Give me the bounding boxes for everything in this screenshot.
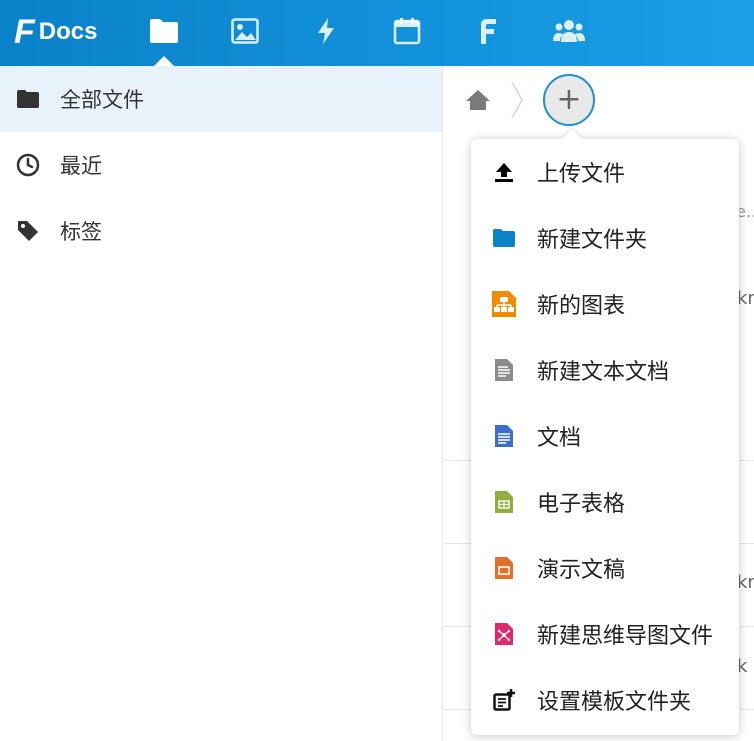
breadcrumb-home[interactable] <box>464 86 492 114</box>
menu-item-upload[interactable]: 上传文件 <box>471 139 739 205</box>
app-logo[interactable]: F Docs <box>14 12 97 52</box>
tag-icon <box>16 219 40 243</box>
menu-item-label: 电子表格 <box>537 492 626 517</box>
template-folder-icon <box>492 688 516 712</box>
file-row-fragment: kn <box>737 572 754 593</box>
f-app-icon[interactable] <box>471 14 505 48</box>
bolt-icon <box>318 18 334 44</box>
sidebar-item-label: 最近 <box>60 154 102 178</box>
menu-item-new-folder[interactable]: 新建文件夹 <box>471 205 739 271</box>
menu-item-label: 文档 <box>537 426 582 451</box>
menu-item-document[interactable]: 文档 <box>471 403 739 469</box>
top-header: F Docs <box>0 0 754 66</box>
mindmap-icon <box>492 622 516 646</box>
files-app-icon[interactable] <box>147 14 181 66</box>
sidebar-item-label: 全部文件 <box>60 88 144 112</box>
upload-icon <box>492 160 516 184</box>
menu-item-spreadsheet[interactable]: 电子表格 <box>471 469 739 535</box>
logo-text: Docs <box>38 18 98 45</box>
diagram-icon <box>492 291 516 317</box>
menu-item-template-folder[interactable]: 设置模板文件夹 <box>471 667 739 733</box>
spreadsheet-icon <box>492 490 516 514</box>
menu-item-new-diagram[interactable]: 新的图表 <box>471 271 739 337</box>
menu-item-label: 演示文稿 <box>537 558 626 583</box>
home-icon <box>466 90 490 110</box>
new-file-button[interactable]: + <box>543 74 595 126</box>
calendar-icon <box>393 18 421 45</box>
menu-item-presentation[interactable]: 演示文稿 <box>471 535 739 601</box>
file-row-fragment: kn <box>737 288 754 309</box>
activity-app-icon[interactable] <box>309 14 343 48</box>
sidebar: 全部文件 最近 标签 <box>0 66 443 741</box>
clock-icon <box>16 153 40 177</box>
breadcrumb-separator <box>510 80 524 124</box>
contacts-app-icon[interactable] <box>552 14 586 48</box>
text-file-icon <box>492 358 516 382</box>
folder-icon <box>150 19 178 43</box>
sidebar-item-label: 标签 <box>60 220 102 244</box>
calendar-app-icon[interactable] <box>390 14 424 48</box>
document-icon <box>492 424 516 448</box>
menu-item-new-text-file[interactable]: 新建文本文档 <box>471 337 739 403</box>
photos-app-icon[interactable] <box>228 14 262 48</box>
menu-item-label: 新建文件夹 <box>537 228 648 253</box>
presentation-icon <box>492 556 516 580</box>
menu-item-new-mindmap[interactable]: 新建思维导图文件 <box>471 601 739 667</box>
sidebar-item-recent[interactable]: 最近 <box>0 132 442 198</box>
logo-letter: F <box>14 13 35 51</box>
menu-item-label: 设置模板文件夹 <box>537 690 692 715</box>
plus-icon: + <box>556 82 582 117</box>
f-logo-icon <box>481 19 496 44</box>
folder-icon <box>16 87 40 111</box>
menu-item-label: 上传文件 <box>537 162 626 187</box>
folder-icon <box>492 226 516 250</box>
menu-item-label: 新建思维导图文件 <box>537 624 714 649</box>
image-icon <box>231 18 259 44</box>
menu-item-label: 新建文本文档 <box>537 360 670 385</box>
menu-item-label: 新的图表 <box>537 294 626 319</box>
sidebar-item-tags[interactable]: 标签 <box>0 198 442 264</box>
new-file-menu: 上传文件 新建文件夹 新的图表 新建文本文档 文档 电子表格 演示文稿 新建思维… <box>471 139 739 735</box>
users-icon <box>553 20 585 42</box>
sidebar-item-all-files[interactable]: 全部文件 <box>0 66 442 132</box>
